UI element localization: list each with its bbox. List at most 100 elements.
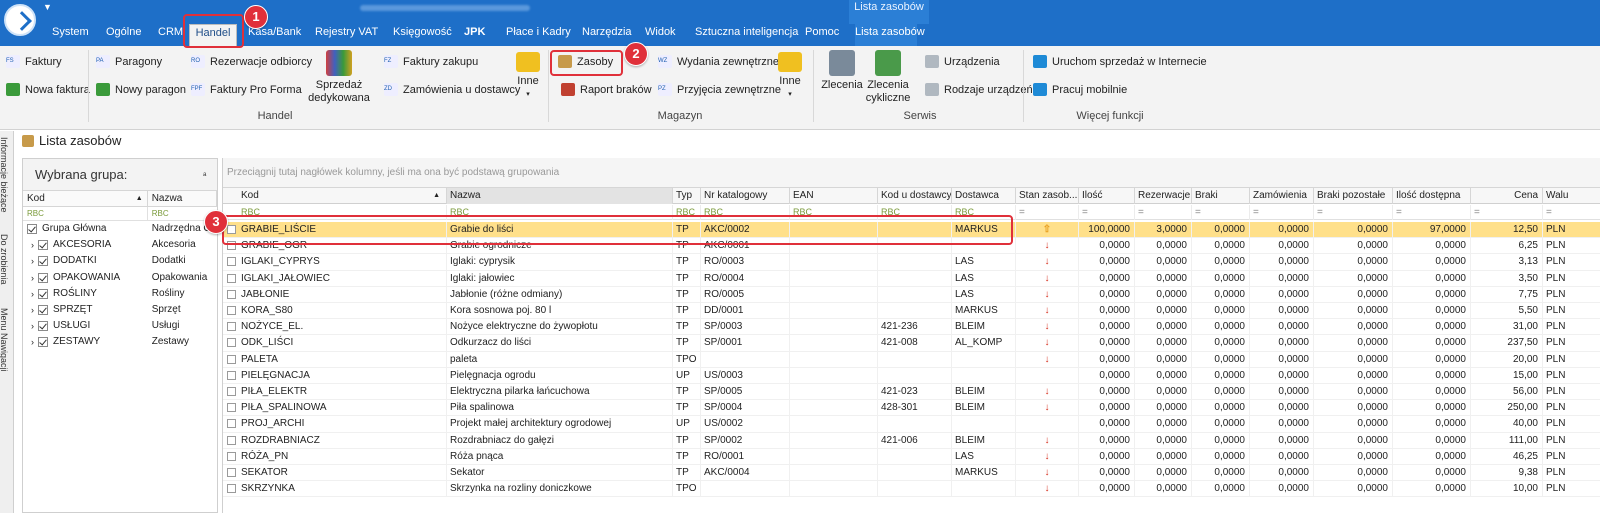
col-header[interactable]: Stan zasob... (1016, 188, 1079, 204)
table-row[interactable]: ROZDRABNIACZ Rozdrabniacz do gałęzi TP SP/0… (223, 432, 1600, 449)
checkbox[interactable] (38, 272, 48, 283)
group-row[interactable]: › DODATKI Dodatki (23, 253, 217, 269)
col-header[interactable]: Dostawca (952, 188, 1016, 204)
raport-brakow-button[interactable]: Raport braków (561, 83, 652, 96)
table-row[interactable]: SEKATOR Sekator TP AKC/0004 MARKUS ↓ 0,0000 0,0… (223, 465, 1600, 482)
side-tab-do-zrobienia[interactable]: Do zrobienia (0, 234, 9, 285)
sprzedaz-dedykowana-button[interactable]: Sprzedaż dedykowana (308, 50, 370, 105)
col-header[interactable]: Kod u dostawcy (878, 188, 952, 204)
side-tab-informacje[interactable]: Informacje bieżące (0, 137, 9, 213)
filter-cell[interactable]: = (1471, 205, 1543, 220)
quick-access-chevron-icon[interactable]: ▼ (43, 2, 52, 12)
col-header[interactable]: Zamówienia (1250, 188, 1314, 204)
group-row[interactable]: › AKCESORIA Akcesoria (23, 237, 217, 253)
faktury-zakupu-button[interactable]: FZ Faktury zakupu (384, 55, 478, 68)
expand-icon[interactable]: › (31, 237, 34, 253)
table-row[interactable]: KORA_S80 Kora sosnowa poj. 80 l TP DD/0001 M… (223, 303, 1600, 320)
col-header[interactable]: Braki pozostałe (1314, 188, 1393, 204)
filter-cell[interactable]: = (1393, 205, 1471, 220)
table-row[interactable]: ODK_LIŚCI Odkurzacz do liści TP SP/0001 421-… (223, 335, 1600, 352)
col-header[interactable]: Kod ▲ (223, 188, 447, 204)
filter-cell[interactable]: = (1314, 205, 1393, 220)
checkbox[interactable] (38, 288, 48, 299)
tab-narzędzia[interactable]: Narzędzia (582, 24, 632, 46)
group-row[interactable]: › USŁUGI Usługi (23, 318, 217, 334)
table-row[interactable]: SKRZYNKA Skrzynka na rozliny doniczkowe TP… (223, 481, 1600, 498)
filter-cell[interactable]: = (1016, 205, 1079, 220)
col-header[interactable]: Nr katalogowy (701, 188, 790, 204)
nowy-paragon-button[interactable]: Nowy paragon (96, 83, 186, 96)
pro-forma-button[interactable]: FPF Faktury Pro Forma (191, 83, 302, 96)
group-row[interactable]: › ROŚLINY Rośliny (23, 286, 217, 302)
faktury-button[interactable]: FS Faktury (6, 55, 62, 68)
checkbox[interactable] (38, 337, 48, 348)
rodzaje-urzadzen-button[interactable]: Rodzaje urządzeń (925, 83, 1033, 96)
checkbox[interactable] (38, 240, 48, 251)
group-by-hint[interactable]: Przeciągnij tutaj nagłówek kolumny, jeśl… (223, 158, 1600, 188)
tab-system[interactable]: System (52, 24, 89, 46)
expand-icon[interactable]: › (31, 318, 34, 334)
checkbox[interactable] (38, 304, 48, 315)
paragony-button[interactable]: PA Paragony (96, 55, 162, 68)
uruchom-sprzedaz-button[interactable]: Uruchom sprzedaż w Internecie (1033, 55, 1207, 68)
group-row[interactable]: › SPRZĘT Sprzęt (23, 302, 217, 318)
filter-cell[interactable]: = (1079, 205, 1135, 220)
pin-icon[interactable]: ᵃ (203, 159, 206, 191)
group-row[interactable]: › ZESTAWY Zestawy (23, 334, 217, 350)
filter-cell[interactable]: = (1192, 205, 1250, 220)
group-row[interactable]: › OPAKOWANIA Opakowania (23, 270, 217, 286)
col-header[interactable]: EAN (790, 188, 878, 204)
side-tab-menu-nawigacji[interactable]: Menu Nawigacji (0, 308, 9, 372)
col-header[interactable]: Nazwa (447, 188, 673, 204)
tab-płace-i-kadry[interactable]: Płace i Kadry (506, 24, 571, 46)
col-header[interactable]: Ilość (1079, 188, 1135, 204)
col-header[interactable]: Ilość dostępna (1393, 188, 1471, 204)
expand-icon[interactable]: › (31, 334, 34, 350)
filter-cell[interactable]: = (1135, 205, 1192, 220)
tab-księgowość[interactable]: Księgowość (393, 24, 452, 46)
col-header[interactable]: Typ (673, 188, 701, 204)
pracuj-mobilnie-button[interactable]: Pracuj mobilnie (1033, 83, 1127, 96)
checkbox[interactable] (27, 224, 37, 234)
col-header[interactable]: Braki (1192, 188, 1250, 204)
table-row[interactable]: PROJ_ARCHI Projekt małej architektury ogr… (223, 416, 1600, 433)
expand-icon[interactable]: › (31, 270, 34, 286)
tab-sztuczna-inteligencja[interactable]: Sztuczna inteligencja (695, 24, 798, 46)
table-row[interactable]: PALETA paleta TPO ↓ 0,0000 0,0000 0,0000 0,0000… (223, 351, 1600, 368)
table-row[interactable]: PIŁA_ELEKTR Elektryczna pilarka łańcuchow… (223, 384, 1600, 401)
table-row[interactable]: RÓŻA_PN Róża pnąca TP RO/0001 LAS ↓ 0,0000 0,00… (223, 448, 1600, 465)
col-nazwa[interactable]: Nazwa (148, 191, 217, 206)
tab-widok[interactable]: Widok (645, 24, 676, 46)
col-header[interactable]: Walu (1543, 188, 1600, 204)
col-header[interactable]: Rezerwacje (1135, 188, 1192, 204)
expand-icon[interactable]: › (31, 286, 34, 302)
inne-handel-button[interactable]: Inne ▾ (512, 52, 544, 101)
checkbox[interactable] (38, 321, 48, 332)
group-row[interactable]: Grupa Główna Nadrzędna Gr (23, 221, 217, 237)
expand-icon[interactable]: › (31, 253, 34, 269)
col-header[interactable]: Cena (1471, 188, 1543, 204)
zlecenia-cykliczne-button[interactable]: Zlecenia cykliczne (864, 50, 912, 105)
zlecenia-button[interactable]: Zlecenia (820, 50, 864, 92)
table-row[interactable]: IGLAKI_JAŁOWIEC Iglaki: jałowiec TP RO/0004… (223, 270, 1600, 287)
nowa-faktura-button[interactable]: Nowa faktura (6, 83, 90, 96)
table-row[interactable]: JABŁONIE Jabłonie (różne odmiany) TP RO/000… (223, 286, 1600, 303)
checkbox[interactable] (38, 256, 48, 267)
inne-magazyn-button[interactable]: Inne ▾ (774, 52, 806, 101)
tab-ogólne[interactable]: Ogólne (106, 24, 141, 46)
table-row[interactable]: NOŻYCE_EL. Nożyce elektryczne do żywopłot… (223, 319, 1600, 336)
tab-rejestry-vat[interactable]: Rejestry VAT (315, 24, 378, 46)
col-kod[interactable]: Kod ▲ (23, 191, 148, 206)
tab-pomoc[interactable]: Pomoc (805, 24, 839, 46)
filter-cell[interactable]: = (1543, 205, 1600, 220)
przyjecia-zewnetrzne-button[interactable]: PZ Przyjęcia zewnętrzne (658, 83, 781, 96)
rezerwacje-button[interactable]: RO Rezerwacje odbiorcy (191, 55, 312, 68)
expand-icon[interactable]: › (31, 302, 34, 318)
zamowienia-dostawcy-button[interactable]: ZD Zamówienia u dostawcy (384, 83, 520, 96)
tab-jpk[interactable]: JPK (464, 24, 485, 46)
table-row[interactable]: IGLAKI_CYPRYS Iglaki: cyprysik TP RO/0003 LA… (223, 254, 1600, 271)
urzadzenia-button[interactable]: Urządzenia (925, 55, 1000, 68)
table-row[interactable]: PIŁA_SPALINOWA Piła spalinowa TP SP/0004 428… (223, 400, 1600, 417)
tab-crm[interactable]: CRM (158, 24, 183, 46)
filter-cell[interactable]: = (1250, 205, 1314, 220)
